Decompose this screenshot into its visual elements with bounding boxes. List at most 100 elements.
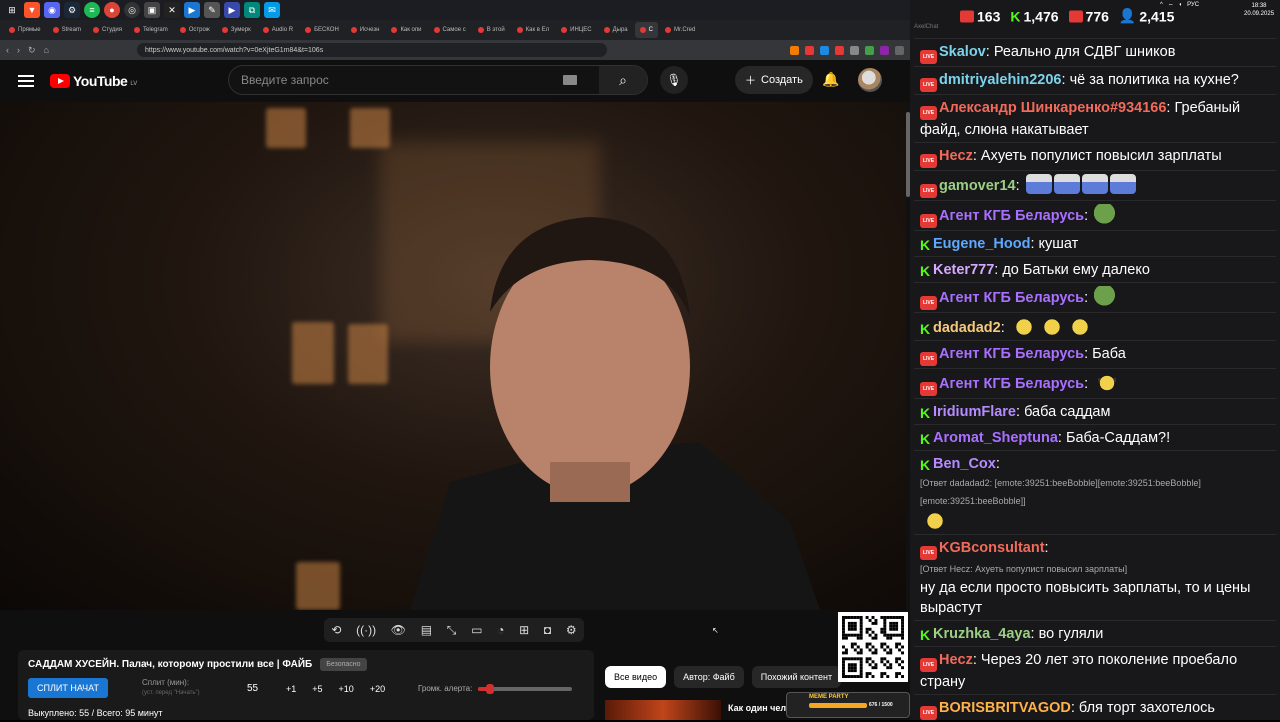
filter-chip[interactable]: Автор: Файб bbox=[674, 666, 744, 688]
recommendation-thumbnail[interactable] bbox=[605, 700, 721, 720]
back-icon[interactable]: ‹ bbox=[6, 45, 9, 55]
browser-tab[interactable]: В этой bbox=[473, 22, 510, 38]
chat-username[interactable]: Агент КГБ Беларусь bbox=[939, 346, 1084, 362]
url-field[interactable]: https://www.youtube.com/watch?v=0eXjteG1… bbox=[136, 43, 607, 57]
increment-button[interactable]: +1 bbox=[286, 684, 296, 694]
extension-icon[interactable] bbox=[820, 45, 829, 55]
create-button[interactable]: ＋ Создать bbox=[735, 66, 813, 94]
volume-icon[interactable]: ◖ bbox=[1178, 2, 1182, 10]
browser-tab[interactable]: Самое с bbox=[429, 22, 471, 38]
start-icon[interactable]: ⊞ bbox=[4, 2, 20, 18]
chat-username[interactable]: dmitriyalehin2206 bbox=[939, 72, 1062, 88]
loop-icon[interactable]: ⟲ bbox=[331, 623, 341, 637]
recommendation-title[interactable]: Как один чел bbox=[728, 703, 788, 713]
speed-icon[interactable]: ◔ bbox=[497, 623, 504, 637]
browser-tab[interactable]: С bbox=[634, 22, 658, 38]
slider-knob[interactable] bbox=[485, 683, 494, 694]
notifications-icon[interactable]: 🔔 bbox=[822, 71, 839, 88]
extension-icon[interactable] bbox=[880, 45, 889, 55]
extension-icon[interactable] bbox=[790, 45, 799, 55]
extension-icon[interactable] bbox=[865, 45, 874, 55]
film-icon[interactable]: ▭ bbox=[471, 623, 482, 637]
browser-tab[interactable]: БЕСКОН bbox=[300, 22, 344, 38]
browser-tab[interactable]: Как опи bbox=[386, 22, 426, 38]
chrome-icon[interactable]: ● bbox=[104, 2, 120, 18]
chat-username[interactable]: IridiumFlare bbox=[933, 404, 1016, 420]
split-button[interactable]: СПЛИТ НАЧАТ bbox=[28, 678, 108, 698]
alert-volume-slider[interactable] bbox=[478, 683, 573, 694]
browser-tab[interactable]: Audio R bbox=[258, 22, 298, 38]
language-indicator[interactable]: РУС bbox=[1187, 2, 1199, 10]
browser-tab[interactable]: ИНЦЕС bbox=[556, 22, 596, 38]
browser-tab[interactable]: Прямые bbox=[4, 22, 46, 38]
avatar[interactable] bbox=[858, 68, 882, 92]
brave-icon[interactable]: ▼ bbox=[24, 2, 40, 18]
microphone-icon[interactable]: 🎙 bbox=[660, 66, 688, 94]
chat-username[interactable]: Aromat_Sheptuna bbox=[933, 430, 1058, 446]
youtube-logo[interactable]: YouTube LV bbox=[50, 73, 137, 89]
increment-button[interactable]: +20 bbox=[370, 684, 385, 694]
steam-icon[interactable]: ⚙ bbox=[64, 2, 80, 18]
chat-app-icon[interactable]: ✉ bbox=[264, 2, 280, 18]
home-icon[interactable]: ⌂ bbox=[44, 45, 49, 55]
chat-username[interactable]: Skalov bbox=[939, 44, 986, 60]
player-icon[interactable]: ▶ bbox=[184, 2, 200, 18]
discord-icon[interactable]: ◉ bbox=[44, 2, 60, 18]
reload-icon[interactable]: ↻ bbox=[28, 45, 36, 56]
keyboard-icon[interactable] bbox=[563, 75, 577, 85]
chat-username[interactable]: Kruzhka_4aya bbox=[933, 626, 1031, 642]
browser-tab[interactable]: Исчезн bbox=[346, 22, 385, 38]
search-input[interactable] bbox=[229, 73, 563, 87]
spotify-icon[interactable]: ≡ bbox=[84, 2, 100, 18]
app-icon[interactable]: ▣ bbox=[144, 2, 160, 18]
extension-icon[interactable] bbox=[850, 45, 859, 55]
broadcast-icon[interactable]: ((·)) bbox=[356, 623, 376, 637]
eye-icon[interactable]: 👁 bbox=[391, 623, 406, 637]
browser-tab[interactable]: Зумерк bbox=[217, 22, 256, 38]
extension-icon[interactable] bbox=[835, 45, 844, 55]
screen-icon[interactable]: ⧉ bbox=[244, 2, 260, 18]
forward-icon[interactable]: › bbox=[17, 45, 20, 55]
browser-tab[interactable]: Студия bbox=[88, 22, 127, 38]
browser-tab[interactable]: Дыра bbox=[599, 22, 633, 38]
chat-username[interactable]: dadadad2 bbox=[933, 320, 1001, 336]
chat-username[interactable]: Hecz bbox=[939, 652, 973, 668]
menu-icon[interactable] bbox=[18, 75, 34, 87]
chat-username[interactable]: Keter777 bbox=[933, 262, 994, 278]
browser-tab[interactable]: Как в Ел bbox=[512, 22, 554, 38]
extension-icon[interactable] bbox=[895, 45, 904, 55]
settings-icon[interactable]: ⚙ bbox=[566, 623, 577, 637]
chat-username[interactable]: BORISBRITVAGOD bbox=[939, 700, 1071, 716]
increment-button[interactable]: +5 bbox=[312, 684, 322, 694]
chat-username[interactable]: Eugene_Hood bbox=[933, 236, 1030, 252]
video-player[interactable] bbox=[0, 102, 906, 610]
filter-chip[interactable]: Похожий контент bbox=[751, 666, 842, 688]
obs-icon[interactable]: ◎ bbox=[124, 2, 140, 18]
filter-chip[interactable]: Все видео bbox=[605, 666, 667, 688]
add-icon[interactable]: ⊞ bbox=[519, 623, 529, 637]
browser-tab[interactable]: Mr.Cred bbox=[660, 22, 700, 38]
extension-icon[interactable] bbox=[805, 45, 814, 55]
chat-username[interactable]: Агент КГБ Беларусь bbox=[939, 376, 1084, 392]
capcut-icon[interactable]: ✕ bbox=[164, 2, 180, 18]
clock[interactable]: 18:38 20.09.2025 bbox=[1244, 2, 1274, 18]
chat-username[interactable]: KGBconsultant bbox=[939, 540, 1045, 556]
browser-tab[interactable]: Stream bbox=[48, 22, 86, 38]
chat-username[interactable]: Агент КГБ Беларусь bbox=[939, 290, 1084, 306]
chat-username[interactable]: gamover14 bbox=[939, 178, 1016, 194]
search-icon[interactable]: ⌕ bbox=[599, 66, 647, 94]
browser-tab[interactable]: Telegram bbox=[129, 22, 173, 38]
browser-tab[interactable]: Острож bbox=[175, 22, 215, 38]
colon: : bbox=[972, 652, 981, 668]
camera-icon[interactable]: ◘ bbox=[544, 623, 551, 637]
chat-username[interactable]: Агент КГБ Беларусь bbox=[939, 208, 1084, 224]
chat-username[interactable]: Ben_Cox bbox=[933, 456, 996, 472]
clapperboard-icon[interactable]: ▤ bbox=[421, 623, 432, 637]
split-value[interactable]: 55 bbox=[247, 683, 258, 694]
chat-username[interactable]: Александр Шинкаренко#934166 bbox=[939, 100, 1166, 116]
tool-icon[interactable]: ✎ bbox=[204, 2, 220, 18]
chat-username[interactable]: Hecz bbox=[939, 148, 973, 164]
media-icon[interactable]: ▶ bbox=[224, 2, 240, 18]
resize-icon[interactable]: ⤡ bbox=[447, 623, 457, 638]
increment-button[interactable]: +10 bbox=[339, 684, 354, 694]
